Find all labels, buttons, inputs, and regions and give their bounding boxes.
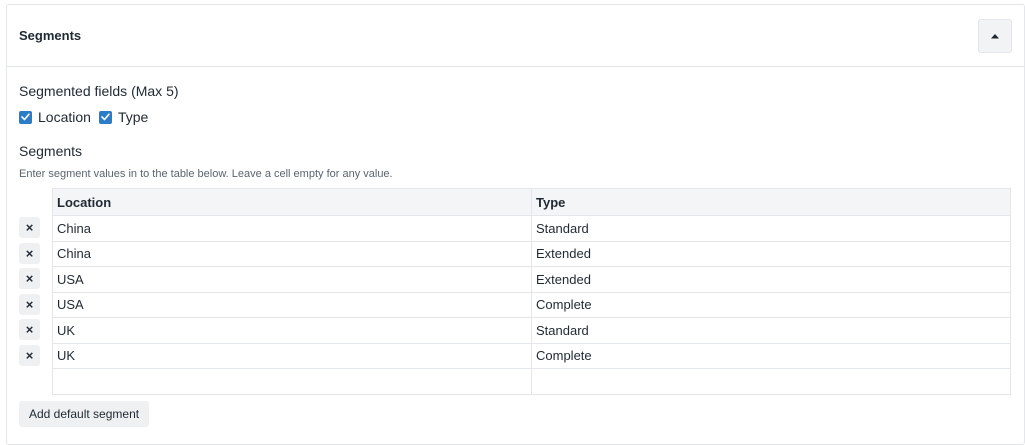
cell-type[interactable]: Standard (531, 215, 1011, 242)
table-row: UK Standard (52, 317, 1011, 344)
panel-header: Segments (7, 5, 1024, 67)
panel-body: Segmented fields (Max 5) Location Type S… (7, 67, 1024, 427)
table-row: China Standard (52, 215, 1011, 242)
close-icon: × (25, 322, 34, 337)
segments-help-text: Enter segment values in to the table bel… (19, 168, 393, 180)
remove-row-button[interactable]: × (19, 217, 40, 238)
cell-type[interactable]: Complete (531, 342, 1011, 369)
segments-label: Segments (19, 143, 83, 159)
field-checkbox-type[interactable]: Type (98, 109, 149, 125)
cell-location[interactable] (52, 368, 532, 395)
table-row-empty (52, 368, 1011, 395)
cell-location[interactable]: UK (52, 342, 532, 369)
segments-panel: Segments Segmented fields (Max 5) Locati… (6, 4, 1025, 445)
field-checkbox-location[interactable]: Location (19, 109, 91, 125)
table-row: UK Complete (52, 342, 1011, 369)
close-icon: × (25, 245, 34, 261)
close-icon: × (25, 220, 34, 235)
segmented-fields-label: Segmented fields (Max 5) (19, 83, 179, 99)
close-icon: × (25, 271, 34, 286)
checkbox-type[interactable] (98, 110, 112, 124)
column-header-type: Type (531, 188, 1011, 216)
table-row: China Extended (52, 240, 1011, 267)
cell-type[interactable]: Extended (531, 240, 1011, 267)
table-row: USA Extended (52, 266, 1011, 293)
close-icon: × (25, 347, 34, 363)
collapse-button[interactable] (978, 18, 1012, 53)
checkbox-label-location: Location (38, 109, 91, 125)
panel-title: Segments (19, 28, 82, 43)
cell-type[interactable]: Complete (531, 291, 1011, 318)
cell-location[interactable]: UK (52, 317, 532, 344)
segments-table-wrap: × × × × × × Location Type China Standard… (19, 188, 1012, 395)
table-row: USA Complete (52, 291, 1011, 318)
cell-type[interactable] (531, 368, 1011, 395)
remove-buttons-column: × × × × × × (19, 188, 52, 395)
add-default-segment-button[interactable]: Add default segment (19, 400, 150, 427)
checkmark-icon (101, 113, 110, 121)
remove-row-button[interactable]: × (19, 344, 40, 366)
column-header-location: Location (52, 188, 532, 216)
cell-type[interactable]: Standard (531, 317, 1011, 344)
cell-location[interactable]: USA (52, 266, 532, 293)
remove-row-button[interactable]: × (19, 242, 40, 264)
checkbox-location[interactable] (19, 110, 32, 124)
checkbox-label-type: Type (117, 109, 149, 125)
segmented-fields-options: Location Type (19, 109, 1012, 125)
cell-location[interactable]: USA (52, 291, 532, 318)
checkmark-icon (21, 113, 30, 121)
remove-row-button[interactable]: × (19, 319, 40, 340)
cell-type[interactable]: Extended (531, 266, 1011, 293)
caret-up-icon (991, 33, 999, 38)
remove-row-button[interactable]: × (19, 293, 40, 315)
remove-row-button[interactable]: × (19, 268, 40, 289)
segments-table: Location Type China Standard China Exten… (52, 188, 1011, 395)
cell-location[interactable]: China (52, 240, 532, 267)
close-icon: × (25, 296, 34, 312)
table-header-row: Location Type (52, 188, 1011, 216)
cell-location[interactable]: China (52, 215, 532, 242)
